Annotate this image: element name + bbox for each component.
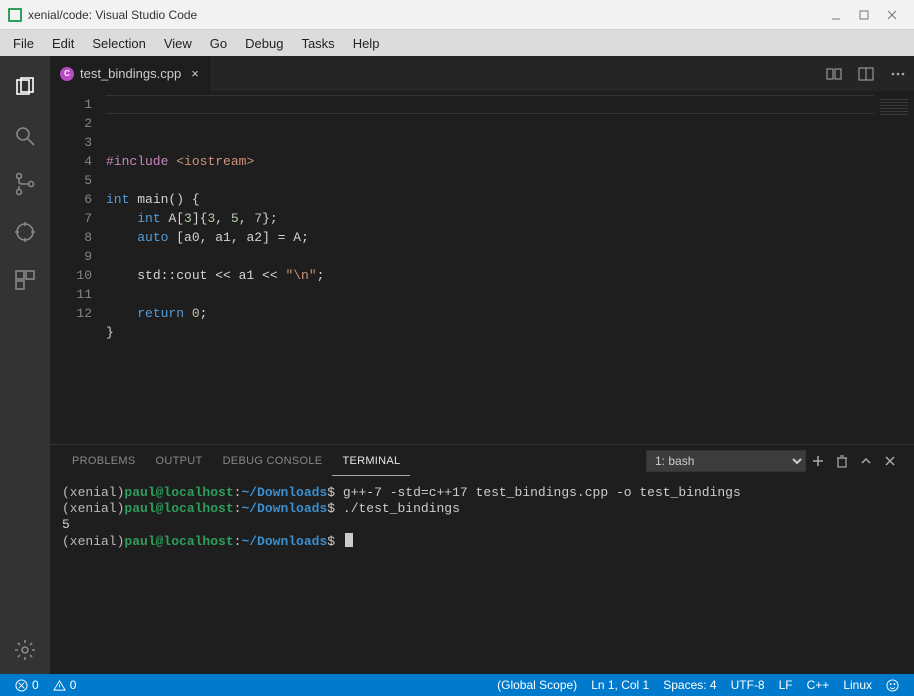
activity-settings[interactable] (0, 626, 50, 674)
current-line-highlight (106, 95, 874, 114)
panel-tab-terminal[interactable]: TERMINAL (332, 447, 410, 476)
status-errors[interactable]: 0 (8, 678, 46, 692)
status-warnings[interactable]: 0 (46, 678, 84, 692)
editor-split-icon[interactable] (850, 56, 882, 91)
status-warnings-count: 0 (70, 678, 77, 692)
editor-tab-label: test_bindings.cpp (80, 66, 181, 81)
terminal[interactable]: (xenial)paul@localhost:~/Downloads$ g++-… (50, 477, 914, 674)
menu-help[interactable]: Help (344, 33, 389, 54)
minimap-band (880, 97, 908, 115)
editor-tabs: C test_bindings.cpp × (50, 56, 914, 91)
menu-edit[interactable]: Edit (43, 33, 83, 54)
terminal-kill-icon[interactable] (830, 454, 854, 468)
status-scope[interactable]: (Global Scope) (490, 678, 584, 692)
status-indent[interactable]: Spaces: 4 (656, 678, 723, 692)
activity-search[interactable] (0, 112, 50, 160)
status-language[interactable]: C++ (800, 678, 837, 692)
bottom-panel: PROBLEMS OUTPUT DEBUG CONSOLE TERMINAL 1… (50, 444, 914, 674)
activity-explorer[interactable] (0, 64, 50, 112)
terminal-shell-select[interactable]: 1: bash (646, 450, 806, 472)
code-view[interactable]: #include <iostream> int main() { int A[3… (106, 91, 874, 444)
terminal-new-icon[interactable] (806, 454, 830, 468)
terminal-maximize-icon[interactable] (854, 454, 878, 468)
window-title: xenial/code: Visual Studio Code (28, 8, 822, 22)
cpp-file-icon: C (60, 67, 74, 81)
status-os[interactable]: Linux (836, 678, 879, 692)
panel-tabs: PROBLEMS OUTPUT DEBUG CONSOLE TERMINAL 1… (50, 445, 914, 477)
editor-compare-icon[interactable] (818, 56, 850, 91)
activity-extensions[interactable] (0, 256, 50, 304)
main: C test_bindings.cpp × 123456789101112 #i… (0, 56, 914, 674)
menu-file[interactable]: File (4, 33, 43, 54)
app-logo-icon (8, 8, 22, 22)
window-close-button[interactable] (878, 1, 906, 29)
panel-tab-problems[interactable]: PROBLEMS (62, 447, 146, 475)
status-ln-col[interactable]: Ln 1, Col 1 (584, 678, 656, 692)
editor-more-icon[interactable] (882, 56, 914, 91)
smiley-icon (886, 679, 899, 692)
menu-view[interactable]: View (155, 33, 201, 54)
error-icon (15, 679, 28, 692)
status-feedback[interactable] (879, 679, 906, 692)
statusbar: 0 0 (Global Scope) Ln 1, Col 1 Spaces: 4… (0, 674, 914, 696)
panel-tab-debug-console[interactable]: DEBUG CONSOLE (213, 447, 333, 475)
editor-group: C test_bindings.cpp × 123456789101112 #i… (50, 56, 914, 674)
menubar: File Edit Selection View Go Debug Tasks … (0, 30, 914, 56)
editor[interactable]: 123456789101112 #include <iostream> int … (50, 91, 914, 444)
status-encoding[interactable]: UTF-8 (724, 678, 772, 692)
status-errors-count: 0 (32, 678, 39, 692)
tab-close-icon[interactable]: × (191, 66, 199, 81)
terminal-close-icon[interactable] (878, 454, 902, 468)
status-eol[interactable]: LF (772, 678, 800, 692)
activity-bar (0, 56, 50, 674)
activity-scm[interactable] (0, 160, 50, 208)
menu-debug[interactable]: Debug (236, 33, 292, 54)
menu-selection[interactable]: Selection (83, 33, 154, 54)
window-minimize-button[interactable] (822, 1, 850, 29)
minimap[interactable] (874, 91, 914, 444)
activity-debug[interactable] (0, 208, 50, 256)
panel-tab-output[interactable]: OUTPUT (146, 447, 213, 475)
menu-tasks[interactable]: Tasks (292, 33, 343, 54)
menu-go[interactable]: Go (201, 33, 236, 54)
editor-tab-active[interactable]: C test_bindings.cpp × (50, 56, 210, 91)
warning-icon (53, 679, 66, 692)
line-gutter: 123456789101112 (50, 91, 106, 444)
titlebar: xenial/code: Visual Studio Code (0, 0, 914, 30)
window-maximize-button[interactable] (850, 1, 878, 29)
